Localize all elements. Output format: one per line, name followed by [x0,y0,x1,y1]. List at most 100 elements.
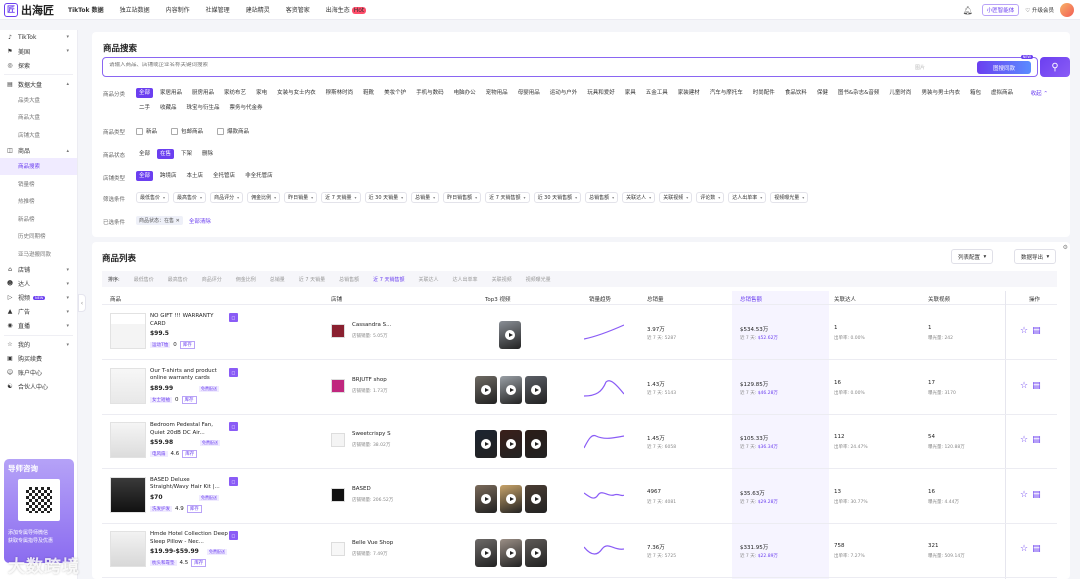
video-thumbnail[interactable] [500,539,522,567]
table-row[interactable]: BASED Deluxe Straight/Wavy Hair Kit |...… [102,469,1057,524]
status-deleted[interactable]: 删除 [199,149,216,159]
shop-type-full[interactable]: 全托管店 [210,171,238,181]
filter-dropdown[interactable]: 达人出单率 ▾ [728,192,767,203]
sort-option[interactable]: 关联视频 [492,276,512,283]
product-name[interactable]: Bedroom Pedestal Fan, Quiet 20dB DC Air.… [150,422,228,437]
filter-dropdown[interactable]: 总销售额 ▾ [585,192,619,203]
avatar[interactable] [1060,3,1074,17]
sidebar-sub-new-rank[interactable]: 新品榜 [0,210,77,228]
nav-tiktok-data[interactable]: TikTok 数据 [68,5,104,14]
details-list-icon[interactable]: ▤ [1032,435,1041,445]
product-name[interactable]: BASED Deluxe Straight/Wavy Hair Kit |... [150,477,228,492]
column-header[interactable]: 关联视频 [928,295,950,303]
filter-dropdown[interactable]: 最高售价 ▾ [173,192,207,203]
favorite-star-icon[interactable]: ☆ [1020,326,1028,336]
details-list-icon[interactable]: ▤ [1032,381,1041,391]
column-header[interactable]: 销量趋势 [589,295,611,303]
filter-dropdown[interactable]: 近 30 天销量 ▾ [364,192,408,203]
video-thumbnail[interactable] [475,484,497,513]
nav-social[interactable]: 社媒管理 [206,5,230,14]
table-row[interactable]: Bedroom Pedestal Fan, Quiet 20dB DC Air.… [102,414,1057,469]
category-chip[interactable]: 图书&杂志&音频 [835,88,883,98]
filter-dropdown[interactable]: 视频曝光量 ▾ [770,192,809,203]
clear-all-link[interactable]: 全部清除 [189,217,211,225]
shop-logo[interactable] [331,324,345,338]
shop-name[interactable]: Cassandra S... [352,322,391,328]
sidebar-item-explore[interactable]: ◎ 探索 [0,58,77,72]
sort-option[interactable]: 达人出单率 [453,276,478,283]
category-chip[interactable]: 厨房用品 [189,88,217,98]
nav-content[interactable]: 内容制作 [166,5,190,14]
column-header[interactable]: Top3 视频 [485,295,511,303]
favorite-star-icon[interactable]: ☆ [1020,544,1028,554]
sidebar-sub-history-rank[interactable]: 历史同期榜 [0,228,77,246]
video-thumbnail[interactable] [475,539,497,567]
column-header[interactable]: 店铺 [331,295,342,303]
category-chip[interactable]: 美妆个护 [381,88,409,98]
mentor-promo[interactable]: 导师咨询 添加专属导师微信 获取专属指导及优惠 [4,459,74,563]
video-thumbnail[interactable] [475,430,497,458]
product-name[interactable]: NO GIFT !!! WARRANTY CARD [150,313,228,328]
video-thumbnail[interactable] [475,375,497,404]
video-thumbnail[interactable] [525,430,547,458]
nav-site-builder[interactable]: 建站精灵 [246,5,270,14]
filter-dropdown[interactable]: 最低售价 ▾ [136,192,170,203]
sort-option[interactable]: 佣金比例 [236,276,256,283]
category-chip[interactable]: 收藏品 [157,103,180,113]
region-select[interactable]: ⚑ 美国 ▾ [0,44,77,58]
close-icon[interactable]: ✕ [176,218,180,224]
sidebar-item-dashboard[interactable]: ▤ 数据大盘 ▴ [0,77,77,91]
filter-dropdown[interactable]: 昨日销量 ▾ [284,192,318,203]
filter-dropdown[interactable]: 近 30 天销售额 ▾ [533,192,582,203]
category-chip[interactable]: 家具 [622,88,639,98]
detail-icon[interactable]: □ [229,476,238,486]
shop-logo[interactable] [331,487,345,502]
sidebar-collapse-button[interactable]: ‹ [78,294,86,312]
favorite-star-icon[interactable]: ☆ [1020,490,1028,500]
sidebar-item-creators[interactable]: ☻ 达人 ▾ [0,277,77,291]
details-list-icon[interactable]: ▤ [1032,326,1041,336]
favorite-star-icon[interactable]: ☆ [1020,435,1028,445]
shop-logo[interactable] [331,542,345,556]
category-chip[interactable]: 箱包 [967,88,984,98]
nav-customer[interactable]: 客资管家 [286,5,310,14]
filter-dropdown[interactable]: 近 7 天销售额 ▾ [485,192,530,203]
sort-option[interactable]: 视频曝光量 [526,276,551,283]
product-image[interactable] [110,422,146,458]
category-chip[interactable]: 全部 [136,88,154,98]
shop-logo[interactable] [331,433,345,447]
category-chip[interactable]: 儿童时尚 [886,88,914,98]
selected-tag[interactable]: 商品状态：在售 ✕ [136,216,183,225]
status-all[interactable]: 全部 [136,149,153,159]
sidebar-item-partner[interactable]: ☯ 合伙人中心 [0,380,77,394]
platform-select[interactable]: ♪ TikTok ▾ [0,30,77,44]
type-new[interactable]: 新品 [136,127,157,135]
product-name[interactable]: Hmde Hotel Collection Deep Sleep Pillow … [150,531,228,546]
logo[interactable]: 匠 出海匠 [4,2,54,18]
sidebar-item-purchase[interactable]: ▣ 购买续费 [0,352,77,366]
sidebar-sub-product-search[interactable]: 商品搜索 [0,157,77,175]
table-row[interactable]: NO GIFT !!! WARRANTY CARD $99.5 运动T恤 0 库… [102,305,1057,360]
category-chip[interactable]: 家纺布艺 [221,88,249,98]
video-thumbnail[interactable] [500,484,522,513]
sort-option[interactable]: 近 7 天销售额 [373,276,404,283]
sort-option[interactable]: 关联达人 [419,276,439,283]
bell-icon[interactable]: 🔔︎ [960,6,976,15]
product-image[interactable] [110,476,146,513]
product-image[interactable] [110,367,146,404]
export-button[interactable]: 数据导出 ▾ [1014,249,1057,264]
favorite-star-icon[interactable]: ☆ [1020,381,1028,391]
category-chip[interactable]: 汽车与摩托车 [707,88,746,98]
table-row[interactable]: Our T-shirts and product online warranty… [102,360,1057,415]
video-thumbnail[interactable] [525,484,547,513]
category-chip[interactable]: 珠宝与衍生品 [184,103,223,113]
sidebar-sub-category[interactable]: 品类大盘 [0,91,77,109]
sidebar-sub-amazon[interactable]: 亚马逊搬同款 [0,245,77,263]
sidebar-sub-sales-rank[interactable]: 销量榜 [0,175,77,193]
video-thumbnail[interactable] [500,430,522,458]
shop-type-local[interactable]: 本土店 [184,171,207,181]
category-chip[interactable]: 手机与数码 [413,88,447,98]
mini-app-button[interactable]: 小匠智能体 [981,4,1020,16]
category-chip[interactable]: 家电 [253,88,270,98]
image-search-button[interactable]: 图搜同款 NEW [977,55,1033,74]
